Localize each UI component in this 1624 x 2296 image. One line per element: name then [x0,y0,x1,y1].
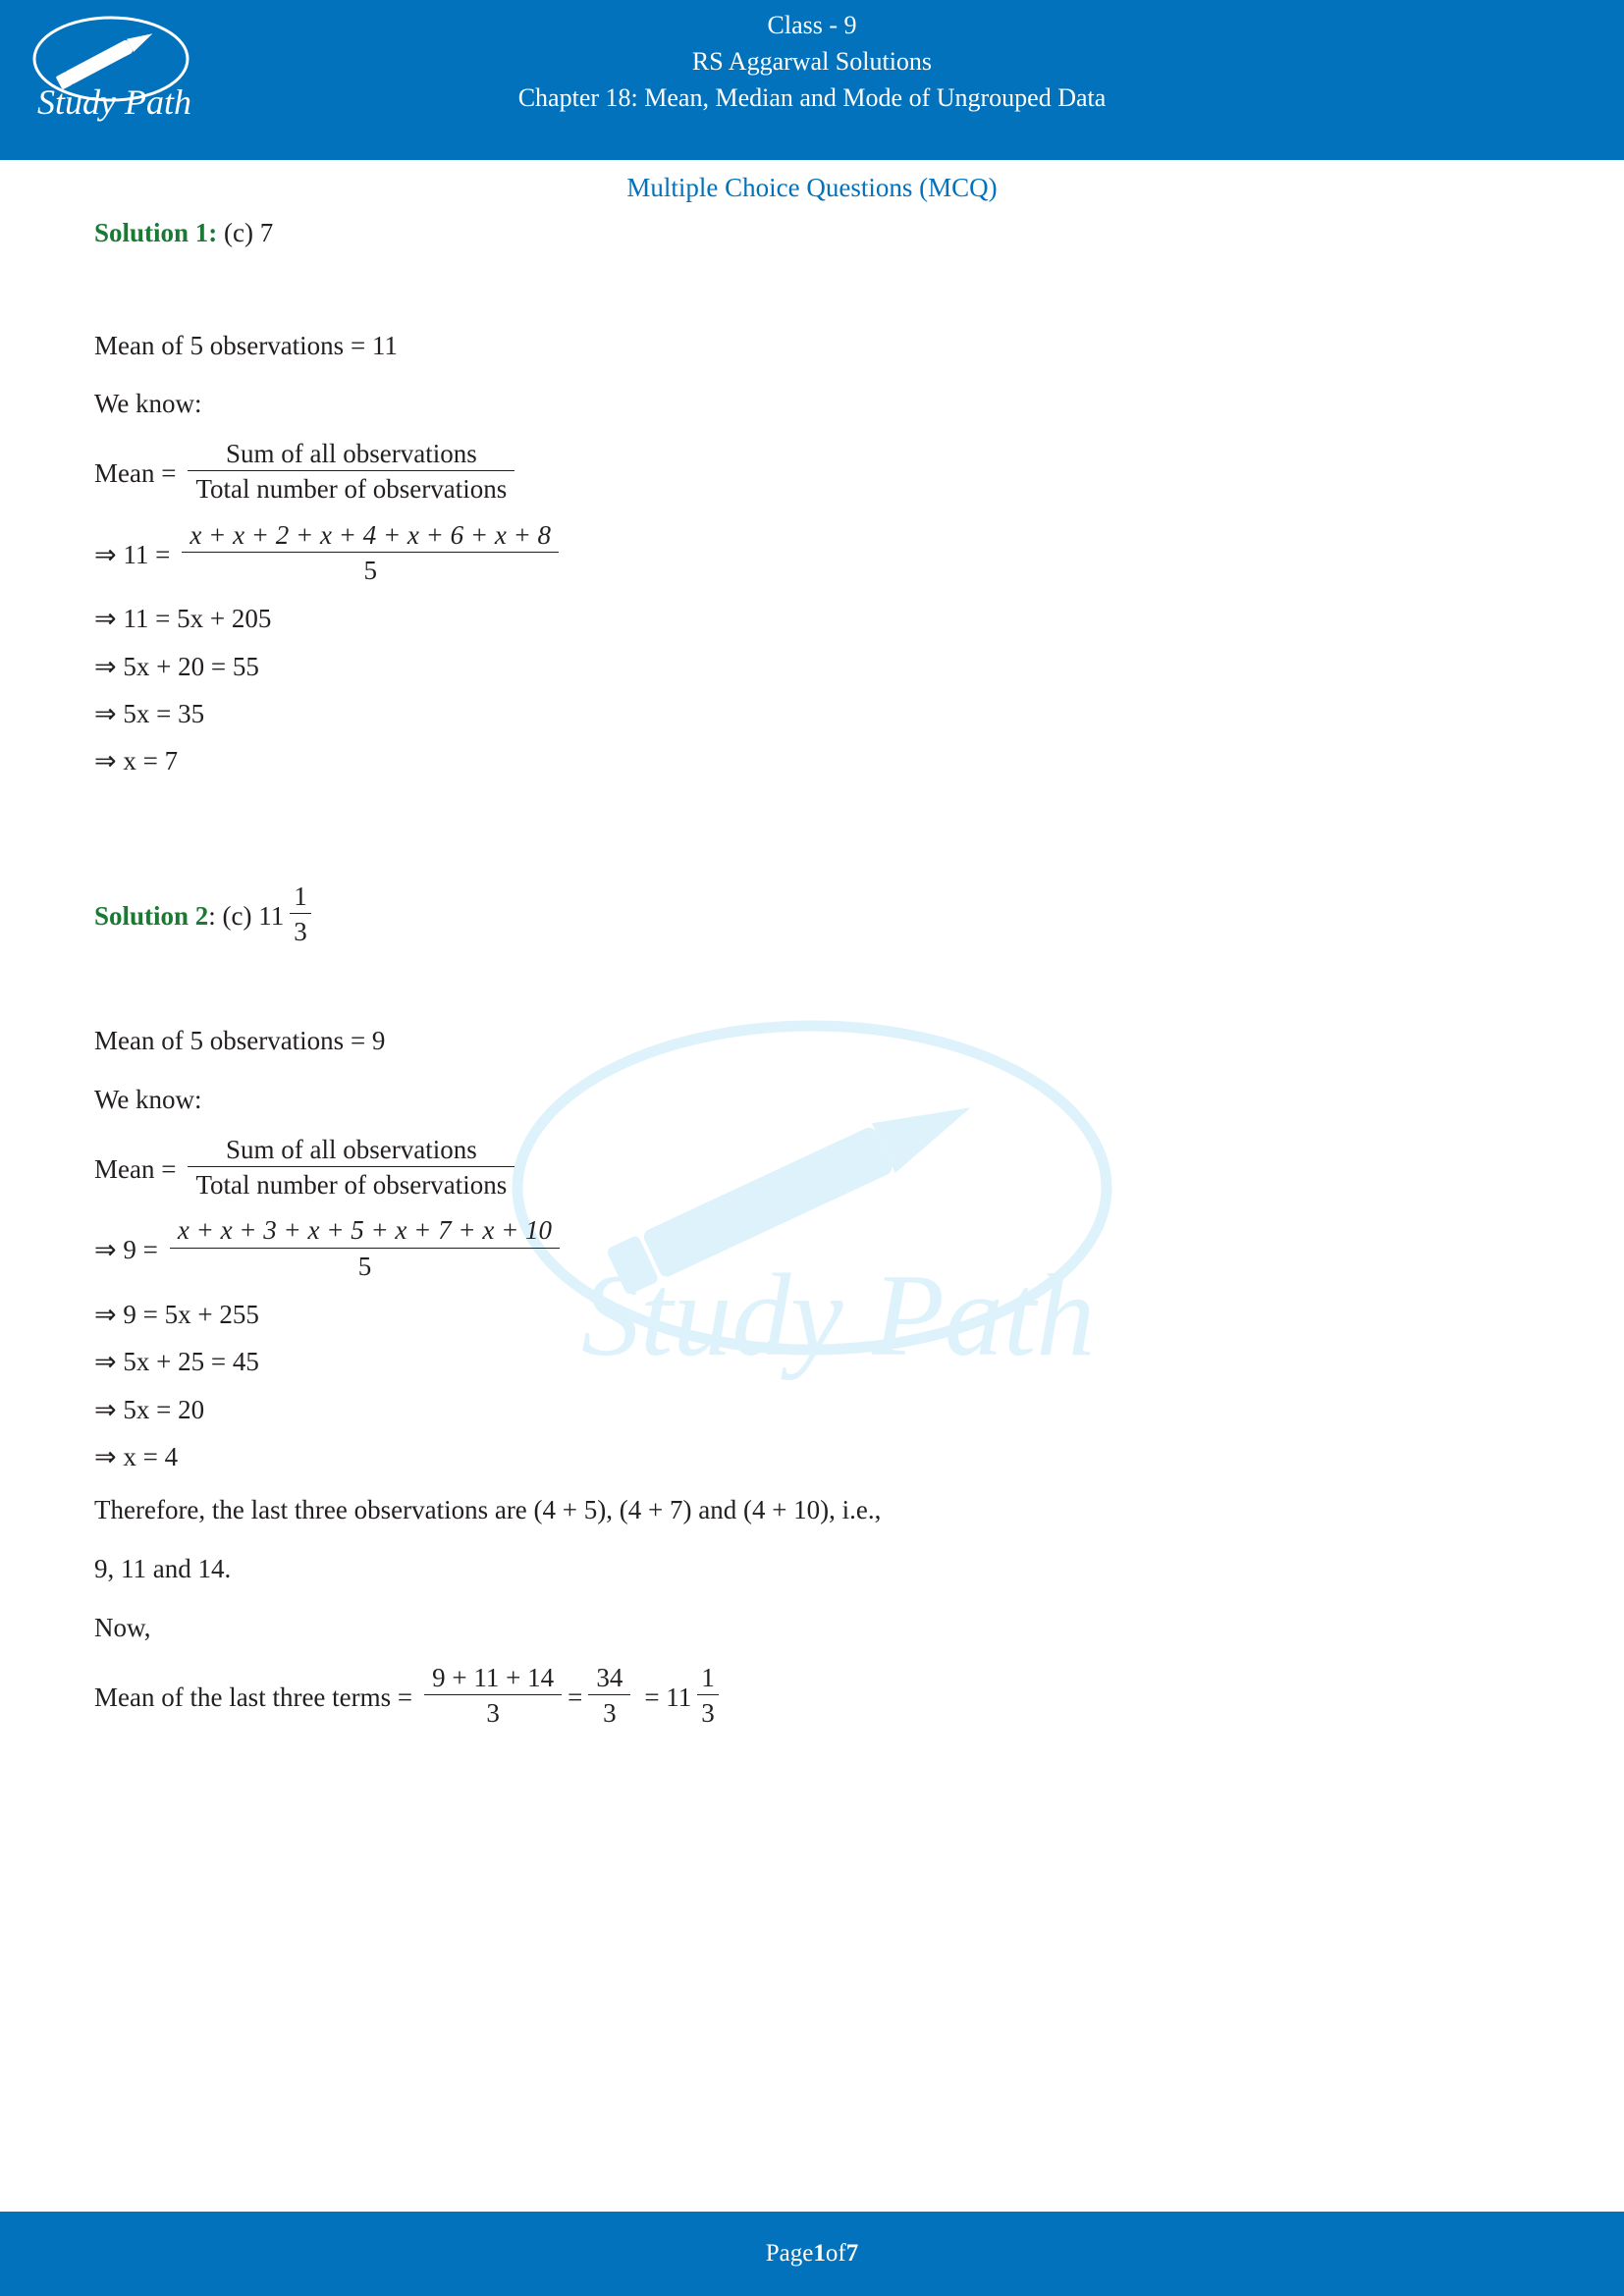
final-equals-1: = [568,1682,583,1712]
mcq-section-title: Multiple Choice Questions (MCQ) [626,173,998,202]
solution-1-step-4: ⇒ 5x = 35 [94,698,1530,729]
final-fraction-1-numerator: 9 + 11 + 14 [424,1663,563,1696]
solution-1-answer: (c) 7 [224,218,274,247]
page-footer: Page 1 of 7 [0,2212,1624,2296]
mean-formula-denominator: Total number of observations [195,474,508,505]
solution-2-now: Now, [94,1613,151,1643]
solution-2-label: Solution 2 [94,900,209,931]
header-book-line: RS Aggarwal Solutions [691,46,933,76]
mean-word-2: Mean = [94,1153,177,1184]
final-fraction-3-numerator: 1 [697,1663,719,1696]
step-4-text: ⇒ 5x = 35 [94,698,205,728]
solution-2-step-5: ⇒ x = 4 [94,1441,1530,1472]
solution-2-answer-numerator: 1 [290,881,311,914]
header-class-line: Class - 9 [767,11,857,39]
solution-1-weknow: We know: [94,389,202,419]
footer-page-middle: of [825,2240,846,2267]
step-3-text-2: ⇒ 5x + 25 = 45 [94,1347,259,1377]
solution-2-therefore-line-2: 9, 11 and 14. [94,1554,232,1584]
final-fraction-3: 1 3 [697,1663,719,1728]
mean-formula-fraction-2: Sum of all observations Total number of … [188,1135,515,1201]
mean-formula-fraction: Sum of all observations Total number of … [188,439,515,505]
mean-formula-denominator-2: Total number of observations [195,1170,508,1201]
mean-formula-numerator-2: Sum of all observations [188,1135,515,1168]
step-1-lead: ⇒ 11 = [94,539,171,569]
solution-1-heading: Solution 1: (c) 7 [94,213,1530,253]
solution-2-therefore-line-1: Therefore, the last three observations a… [94,1495,882,1525]
solution-2-answer-prefix: : (c) 11 [208,900,285,931]
solution-1-step-5: ⇒ x = 7 [94,745,1530,776]
step-2-text-2: ⇒ 9 = 5x + 255 [94,1299,259,1329]
solution-2-step-2: ⇒ 9 = 5x + 255 [94,1299,1530,1330]
footer-total-pages: 7 [845,2240,859,2267]
solution-2-mean-formula: Mean = Sum of all observations Total num… [94,1135,1530,1201]
step-1-lead-2: ⇒ 9 = [94,1235,158,1265]
step-1-denominator: 5 [363,555,377,585]
footer-page-prefix: Page [765,2240,814,2267]
solution-1-label: Solution 1: [94,218,218,247]
solution-2-final-equation: Mean of the last three terms = 9 + 11 + … [94,1663,1530,1730]
step-3-text: ⇒ 5x + 20 = 55 [94,651,259,681]
final-fraction-3-denominator: 3 [701,1698,715,1729]
step-5-text: ⇒ x = 7 [94,746,179,776]
footer-current-page: 1 [813,2240,826,2267]
solution-2-step-1: ⇒ 9 = x + x + 3 + x + 5 + x + 7 + x + 10… [94,1215,1530,1282]
mean-word: Mean = [94,458,177,489]
step-1-fraction-2: x + x + 3 + x + 5 + x + 7 + x + 10 5 [169,1215,561,1281]
mean-formula-numerator: Sum of all observations [188,439,515,472]
solution-2-step-3: ⇒ 5x + 25 = 45 [94,1346,1530,1377]
step-1-fraction: x + x + 2 + x + 4 + x + 6 + x + 8 5 [182,520,560,585]
solution-1-step-3: ⇒ 5x + 20 = 55 [94,651,1530,682]
solution-1-step-2: ⇒ 11 = 5x + 205 [94,603,1530,634]
solution-2-step-4: ⇒ 5x = 20 [94,1394,1530,1425]
step-1-numerator-2: x + x + 3 + x + 5 + x + 7 + x + 10 [169,1215,561,1249]
final-lead: Mean of the last three terms = [94,1682,413,1712]
final-fraction-2: 34 3 [588,1663,631,1729]
solution-2-mean-statement: Mean of 5 observations = 9 [94,1026,386,1056]
solution-1-mean-formula: Mean = Sum of all observations Total num… [94,439,1530,506]
step-1-denominator-2: 5 [357,1251,372,1281]
solution-2-answer-fraction: 1 3 [290,881,311,946]
solution-1-mean-statement: Mean of 5 observations = 11 [94,330,398,360]
solution-2-weknow: We know: [94,1085,202,1114]
header-chapter-line: Chapter 18: Mean, Median and Mode of Ung… [517,82,1107,112]
step-1-numerator: x + x + 2 + x + 4 + x + 6 + x + 8 [182,520,560,553]
page-header: Study Path Class - 9 RS Aggarwal Solutio… [0,0,1624,160]
step-5-text-2: ⇒ x = 4 [94,1441,179,1471]
final-fraction-2-denominator: 3 [603,1698,617,1729]
step-4-text-2: ⇒ 5x = 20 [94,1394,205,1424]
solution-2-heading: Solution 2 : (c) 11 1 3 [94,881,1530,948]
final-equals-2: = 11 [644,1682,692,1712]
solution-2-answer-denominator: 3 [294,916,307,946]
final-fraction-1: 9 + 11 + 14 3 [424,1663,563,1729]
final-fraction-2-numerator: 34 [588,1663,631,1696]
final-fraction-1-denominator: 3 [486,1698,500,1729]
solution-1-step-1: ⇒ 11 = x + x + 2 + x + 4 + x + 6 + x + 8… [94,520,1530,587]
step-2-text: ⇒ 11 = 5x + 205 [94,604,272,634]
